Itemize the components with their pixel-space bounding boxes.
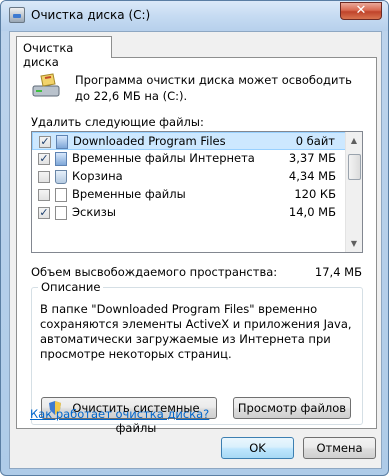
file-name: Downloaded Program Files xyxy=(73,134,226,148)
cancel-button[interactable]: Отмена xyxy=(303,437,376,459)
file-size: 0 байт xyxy=(295,134,335,148)
list-item[interactable]: ✓ Временные файлы Интернета 3,37 МБ xyxy=(32,150,346,168)
file-list[interactable]: ✓ Downloaded Program Files 0 байт ✓ Врем… xyxy=(31,131,363,253)
checkbox[interactable]: ✓ xyxy=(38,153,50,165)
close-button[interactable]: ✕ xyxy=(340,2,382,20)
disk-cleanup-icon xyxy=(32,73,60,97)
description-text: В папке "Downloaded Program Files" време… xyxy=(40,302,352,361)
intro-text: Программа очистки диска может освободить… xyxy=(75,73,352,103)
file-name: Временные файлы xyxy=(72,187,186,201)
scroll-down-icon[interactable]: ▼ xyxy=(346,235,362,252)
folder-icon xyxy=(56,135,68,149)
disk-cleanup-app-icon xyxy=(9,7,25,23)
title-bar[interactable]: Очистка диска (C:) ✕ xyxy=(1,1,388,31)
disk-cleanup-window: Очистка диска (C:) ✕ Очистка диска Прогр… xyxy=(0,0,389,476)
tab-panel: Программа очистки диска может освободить… xyxy=(16,57,377,435)
ok-button[interactable]: OK xyxy=(221,437,294,459)
scroll-thumb[interactable] xyxy=(348,154,361,180)
checkbox[interactable]: ✓ xyxy=(39,136,51,148)
file-name: Корзина xyxy=(72,169,123,183)
file-icon xyxy=(55,206,67,220)
internet-icon xyxy=(55,152,67,166)
window-title: Очистка диска (C:) xyxy=(31,8,151,22)
file-name: Эскизы xyxy=(72,205,116,219)
list-item[interactable]: Временные файлы 120 КБ xyxy=(32,186,346,204)
files-to-delete-label: Удалить следующие файлы: xyxy=(31,115,204,129)
file-size: 4,34 МБ xyxy=(288,169,336,183)
tab-disk-cleanup[interactable]: Очистка диска xyxy=(16,36,112,69)
view-files-button[interactable]: Просмотр файлов xyxy=(233,397,351,419)
scroll-up-icon[interactable]: ▲ xyxy=(346,132,362,149)
file-icon xyxy=(55,188,67,202)
checkbox[interactable] xyxy=(38,171,50,183)
file-size: 14,0 МБ xyxy=(288,205,336,219)
space-label: Объем высвобождаемого пространства: xyxy=(31,265,278,279)
checkbox[interactable] xyxy=(38,189,50,201)
checkbox[interactable]: ✓ xyxy=(38,207,50,219)
vertical-scrollbar[interactable]: ▲ ▼ xyxy=(345,132,362,252)
space-value: 17,4 МБ xyxy=(314,265,362,279)
dialog-client-area: Очистка диска Программа очистки диска мо… xyxy=(9,31,382,469)
help-link[interactable]: Как работает очистка диска? xyxy=(30,407,209,421)
list-item[interactable]: Корзина 4,34 МБ xyxy=(32,168,346,186)
file-size: 120 КБ xyxy=(294,187,336,201)
list-item[interactable]: ✓ Downloaded Program Files 0 байт xyxy=(32,132,346,150)
file-name: Временные файлы Интернета xyxy=(72,151,255,165)
recycle-bin-icon xyxy=(55,170,67,184)
description-title: Описание xyxy=(38,280,104,294)
file-size: 3,37 МБ xyxy=(288,151,336,165)
list-item[interactable]: ✓ Эскизы 14,0 МБ xyxy=(32,204,346,222)
